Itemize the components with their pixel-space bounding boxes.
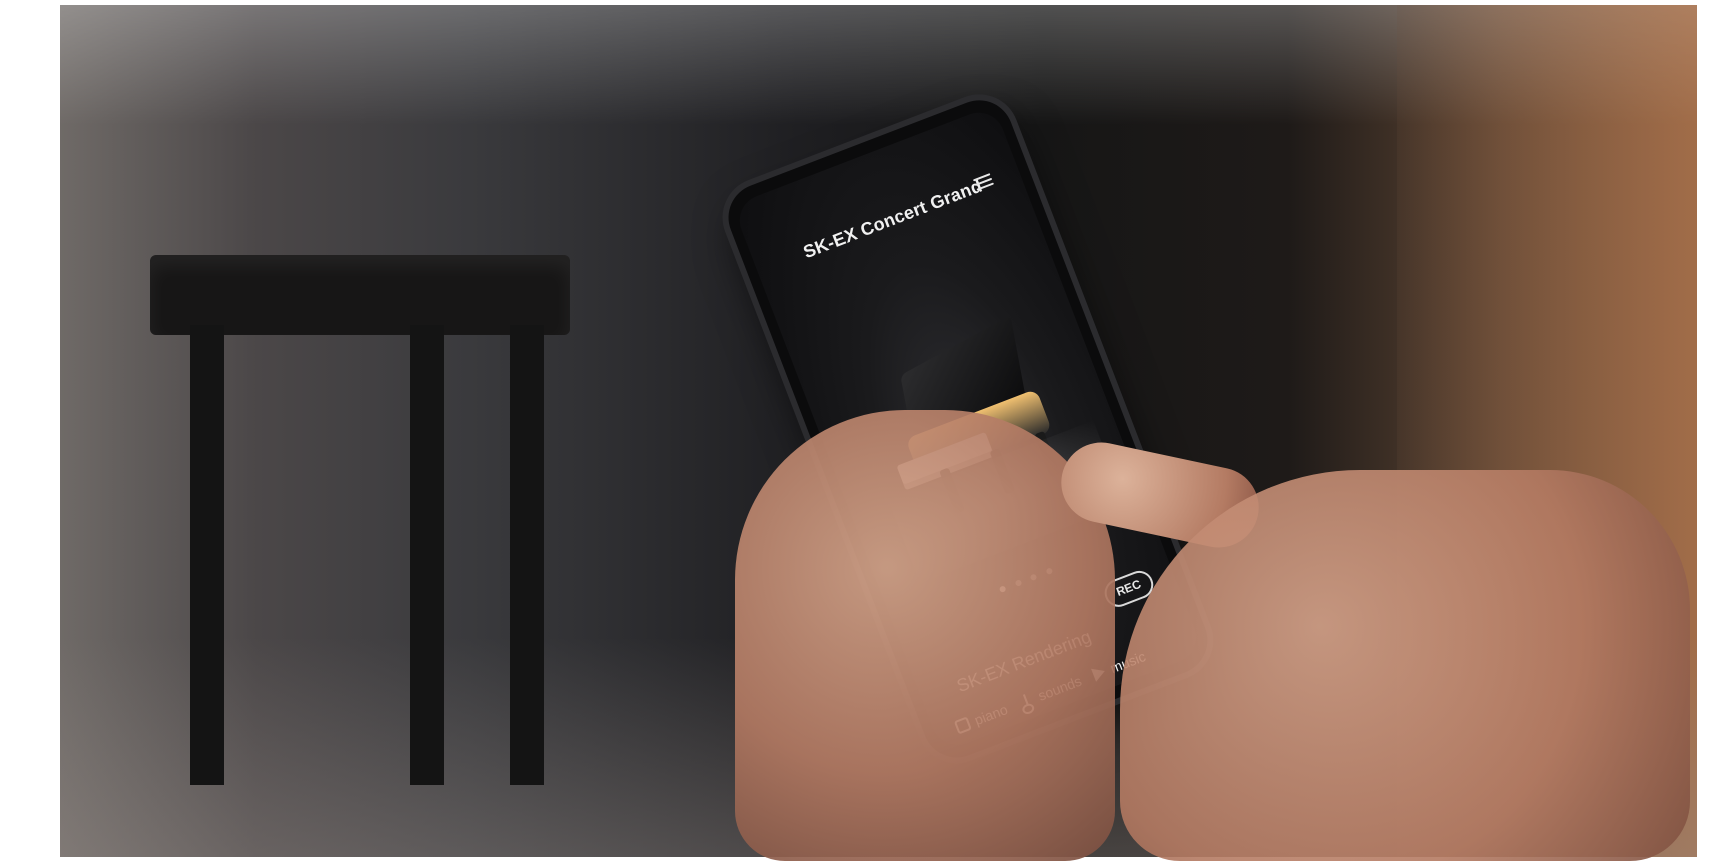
bench-leg <box>510 325 544 785</box>
piano-bench <box>150 255 570 785</box>
left-hand <box>735 410 1115 861</box>
bench-leg <box>190 325 224 785</box>
app-title: SK-EX Concert Grand <box>800 175 985 262</box>
bench-leg <box>410 325 444 785</box>
right-hand <box>1120 470 1690 861</box>
app-header: SK-EX Concert Grand <box>780 164 1005 274</box>
bench-seat <box>150 255 570 335</box>
